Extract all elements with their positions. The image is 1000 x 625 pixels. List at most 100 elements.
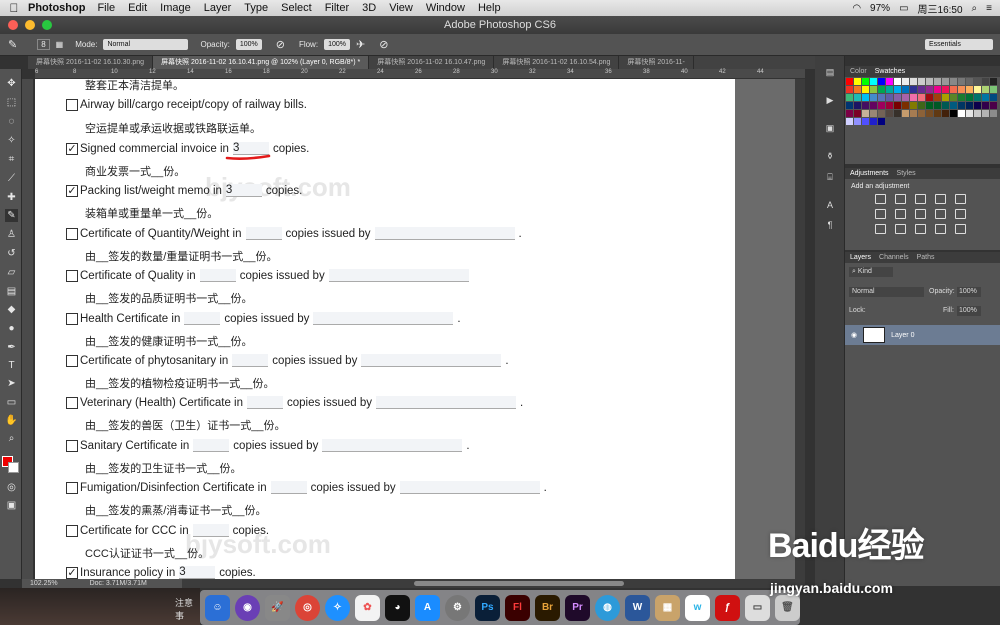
quick-select-tool-icon[interactable]: ✧ <box>5 134 18 147</box>
posterize-icon[interactable] <box>915 224 926 234</box>
tab-paths[interactable]: Paths <box>917 252 935 263</box>
color-swatch[interactable] <box>942 102 949 109</box>
tab-styles[interactable]: Styles <box>897 168 916 179</box>
color-swatch[interactable] <box>950 78 957 85</box>
airbrush-icon[interactable]: ✈ <box>356 38 365 51</box>
premiere-dock-icon[interactable]: Pr <box>565 594 590 621</box>
wunderlist-icon[interactable]: w <box>685 594 710 621</box>
color-swatch[interactable] <box>902 86 909 93</box>
color-swatch[interactable] <box>966 110 973 117</box>
menu-help[interactable]: Help <box>478 2 501 14</box>
search-icon[interactable]: ⌕ <box>972 3 978 14</box>
color-swatch[interactable] <box>870 78 877 85</box>
flash-dock-icon[interactable]: Fl <box>505 594 530 621</box>
color-swatch[interactable] <box>982 102 989 109</box>
color-swatch[interactable] <box>966 94 973 101</box>
color-swatch[interactable] <box>942 86 949 93</box>
color-swatch[interactable] <box>942 110 949 117</box>
color-balance-icon[interactable] <box>895 209 906 219</box>
color-swatch[interactable] <box>934 102 941 109</box>
dodge-tool-icon[interactable]: ● <box>5 322 18 335</box>
actions-panel-icon[interactable]: ▶ <box>824 94 836 106</box>
battery-icon[interactable]: ▭ <box>899 3 908 14</box>
fill-field[interactable]: 100% <box>957 306 981 316</box>
color-swatch[interactable] <box>854 102 861 109</box>
quick-mask-icon[interactable]: ◎ <box>5 481 18 494</box>
color-swatch[interactable] <box>958 78 965 85</box>
menu-3d[interactable]: 3D <box>362 2 376 14</box>
color-swatch[interactable] <box>918 86 925 93</box>
color-swatch[interactable] <box>990 94 997 101</box>
horizontal-scrollbar[interactable] <box>182 579 805 588</box>
color-swatch[interactable] <box>934 94 941 101</box>
color-swatch[interactable] <box>846 110 853 117</box>
color-swatch[interactable] <box>902 94 909 101</box>
brightness-icon[interactable] <box>875 194 886 204</box>
zoom-tool-icon[interactable]: ⌕ <box>5 432 18 445</box>
stamp-tool-icon[interactable]: ♙ <box>5 228 18 241</box>
color-swatch[interactable] <box>926 110 933 117</box>
color-swatch[interactable] <box>918 110 925 117</box>
color-swatch[interactable] <box>894 110 901 117</box>
color-swatch[interactable] <box>886 78 893 85</box>
doc-tab[interactable]: 屏幕快照 2016-11-02 16.10.47.png <box>369 56 495 69</box>
color-swatch[interactable] <box>950 110 957 117</box>
color-lookup-icon[interactable] <box>875 224 886 234</box>
color-swatch[interactable] <box>886 102 893 109</box>
system-prefs-icon[interactable]: ⚙ <box>445 594 470 621</box>
color-swatch[interactable] <box>878 102 885 109</box>
photos-icon[interactable]: ✿ <box>355 594 380 621</box>
brush-presets-icon[interactable]: ⚱ <box>824 150 836 162</box>
doc-tab[interactable]: 屏幕快照 2016-11-02 16.10.30.png <box>28 56 154 69</box>
color-swatch[interactable] <box>910 78 917 85</box>
color-swatch[interactable] <box>958 110 965 117</box>
color-swatch[interactable] <box>886 94 893 101</box>
color-swatch[interactable] <box>918 78 925 85</box>
pen-tool-icon[interactable]: ✒ <box>5 341 18 354</box>
eraser-tool-icon[interactable]: ▱ <box>5 266 18 279</box>
brush-panel-icon[interactable]: ▦ <box>56 40 64 49</box>
layer-row[interactable]: ◉ Layer 0 <box>845 325 1000 345</box>
photo-filter-icon[interactable] <box>935 209 946 219</box>
color-swatch[interactable] <box>878 118 885 125</box>
color-swatch[interactable] <box>974 86 981 93</box>
color-swatch[interactable] <box>958 86 965 93</box>
color-swatch[interactable] <box>982 86 989 93</box>
color-swatch[interactable] <box>942 94 949 101</box>
color-swatch[interactable] <box>982 94 989 101</box>
eye-icon[interactable]: ◉ <box>851 331 857 339</box>
tab-adjustments[interactable]: Adjustments <box>850 168 889 179</box>
bridge-dock-icon[interactable]: Br <box>535 594 560 621</box>
color-swatch[interactable] <box>854 110 861 117</box>
menu-select[interactable]: Select <box>281 2 312 14</box>
doc-tab[interactable]: 屏幕快照 2016-11-02 16.10.54.png <box>494 56 620 69</box>
color-swatch[interactable] <box>894 86 901 93</box>
color-swatch[interactable] <box>926 86 933 93</box>
color-swatch[interactable] <box>974 102 981 109</box>
tab-layers[interactable]: Layers <box>850 252 871 263</box>
layer-opacity-field[interactable]: 100% <box>957 287 981 297</box>
document-image[interactable]: bjysoft.com bjysoft.com 整套正本清洁提单。 Airway… <box>35 79 735 579</box>
color-swatch[interactable] <box>926 94 933 101</box>
color-swatch[interactable] <box>870 110 877 117</box>
qq-icon[interactable]: ◕ <box>385 594 410 621</box>
invert-icon[interactable] <box>895 224 906 234</box>
app-menu[interactable]: Photoshop <box>28 2 85 14</box>
brush-tool-icon[interactable]: ✎ <box>5 209 18 222</box>
launchpad-icon[interactable]: 🚀 <box>265 594 290 621</box>
color-swatch[interactable] <box>974 94 981 101</box>
color-swatch[interactable] <box>918 102 925 109</box>
pressure-opacity-icon[interactable]: ⊘ <box>276 38 285 51</box>
eyedropper-tool-icon[interactable]: ⟋ <box>5 172 18 185</box>
color-swatch[interactable] <box>902 78 909 85</box>
safari-icon[interactable]: ✧ <box>325 594 350 621</box>
gradient-tool-icon[interactable]: ▤ <box>5 285 18 298</box>
app-store-icon[interactable]: A <box>415 594 440 621</box>
history-brush-icon[interactable]: ↺ <box>5 247 18 260</box>
crop-tool-icon[interactable]: ⌗ <box>5 153 18 166</box>
color-swatch[interactable] <box>854 78 861 85</box>
path-select-tool-icon[interactable]: ➤ <box>5 377 18 390</box>
blur-tool-icon[interactable]: ◆ <box>5 303 18 316</box>
mode-select[interactable]: Normal <box>103 39 189 50</box>
workspace-select[interactable]: Essentials <box>925 39 993 50</box>
